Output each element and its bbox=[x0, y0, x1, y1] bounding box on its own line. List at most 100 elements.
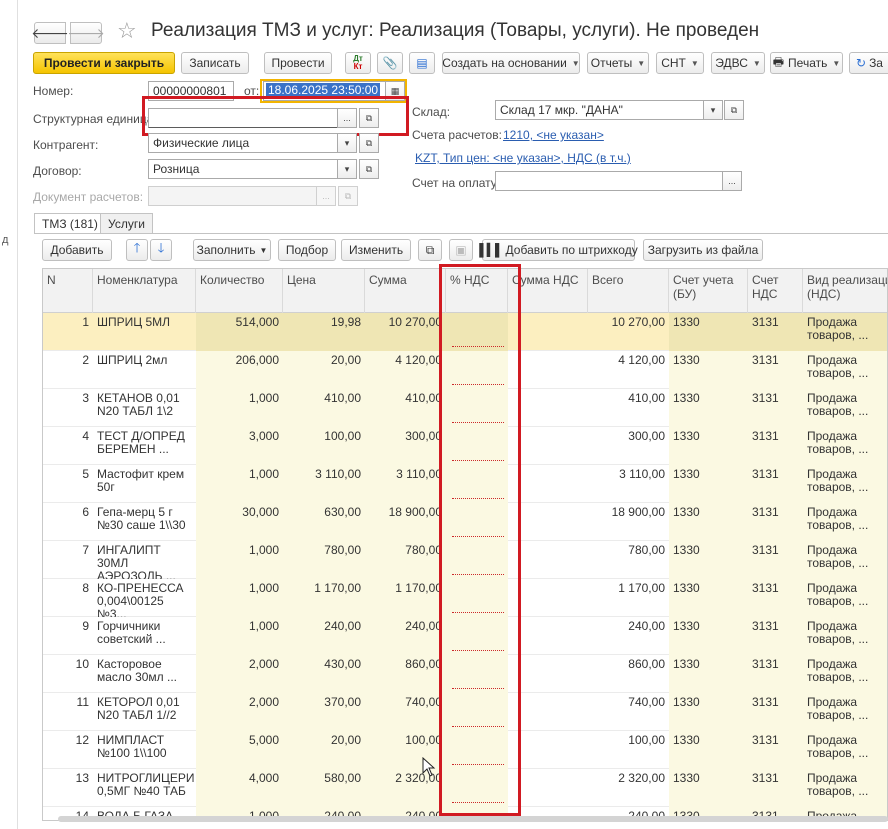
cell-item[interactable]: ИНГАЛИПТ 30МЛ АЭРОЗОЛЬ ... bbox=[93, 541, 196, 580]
cell-item[interactable]: КЕТОРОЛ 0,01 N20 ТАБЛ 1//2 bbox=[93, 693, 196, 731]
cell-price[interactable]: 240,00 bbox=[283, 617, 365, 655]
cell-price[interactable]: 3 110,00 bbox=[283, 465, 365, 503]
col-n[interactable]: N bbox=[43, 269, 93, 313]
cell-total[interactable]: 860,00 bbox=[588, 655, 669, 693]
horizontal-scrollbar[interactable] bbox=[58, 816, 888, 822]
cell-price[interactable]: 410,00 bbox=[283, 389, 365, 427]
col-price[interactable]: Цена bbox=[283, 269, 365, 313]
tab-services[interactable]: Услуги bbox=[100, 213, 153, 233]
cell-sum[interactable]: 410,00 bbox=[365, 389, 446, 427]
cell-account-bu[interactable]: 1330 bbox=[669, 655, 748, 693]
cell-kind[interactable]: Продажатоваров, ... bbox=[803, 351, 887, 389]
favorite-star-icon[interactable]: ☆ bbox=[117, 18, 137, 44]
cell-account-vat[interactable]: 3131 bbox=[748, 617, 803, 655]
cell-qty[interactable]: 30,000 bbox=[196, 503, 283, 541]
reports-button[interactable]: Отчеты ▼ bbox=[587, 52, 649, 74]
cell-kind[interactable]: Продажатоваров, ... bbox=[803, 389, 887, 427]
cell-account-bu[interactable]: 1330 bbox=[669, 351, 748, 389]
cell-account-vat[interactable]: 3131 bbox=[748, 731, 803, 769]
cell-account-vat[interactable]: 3131 bbox=[748, 389, 803, 427]
cell-account-vat[interactable]: 3131 bbox=[748, 541, 803, 579]
cell-item[interactable]: НИМПЛАСТ №100 1\\100 bbox=[93, 731, 196, 769]
col-item[interactable]: Номенклатура bbox=[93, 269, 196, 313]
cell-item[interactable]: Гепа-мерц 5 г №30 саше 1\\30 bbox=[93, 503, 196, 541]
cell-qty[interactable]: 1,000 bbox=[196, 617, 283, 655]
cell-sum[interactable]: 300,00 bbox=[365, 427, 446, 465]
load-from-file-button[interactable]: Загрузить из файла bbox=[643, 239, 763, 261]
contractor-field[interactable]: Физические лица bbox=[148, 133, 338, 153]
cell-price[interactable]: 20,00 bbox=[283, 351, 365, 389]
contract-dropdown-button[interactable]: ▾ bbox=[337, 159, 357, 179]
cell-account-vat[interactable]: 3131 bbox=[748, 769, 803, 807]
create-based-on-button[interactable]: Создать на основании ▼ bbox=[442, 52, 580, 74]
price-type-link[interactable]: KZT, Тип цен: <не указан>, НДС (в т.ч.) bbox=[415, 151, 631, 165]
cell-price[interactable]: 580,00 bbox=[283, 769, 365, 807]
cell-n[interactable]: 3 bbox=[43, 389, 93, 427]
fill-button[interactable]: Заполнить ▼ bbox=[193, 239, 271, 261]
cell-kind[interactable]: Продажатоваров, ... bbox=[803, 503, 887, 541]
cell-account-bu[interactable]: 1330 bbox=[669, 769, 748, 807]
cell-qty[interactable]: 2,000 bbox=[196, 655, 283, 693]
cell-account-bu[interactable]: 1330 bbox=[669, 541, 748, 579]
cell-n[interactable]: 6 bbox=[43, 503, 93, 541]
cell-n[interactable]: 2 bbox=[43, 351, 93, 389]
edvs-button[interactable]: ЭДВС ▼ bbox=[711, 52, 765, 74]
cell-total[interactable]: 100,00 bbox=[588, 731, 669, 769]
tab-tmz[interactable]: ТМЗ (181) bbox=[34, 213, 106, 234]
cell-sum[interactable]: 740,00 bbox=[365, 693, 446, 731]
settle-doc-field[interactable] bbox=[148, 186, 318, 206]
col-account-bu[interactable]: Счет учета (БУ) bbox=[669, 269, 748, 313]
cell-n[interactable]: 12 bbox=[43, 731, 93, 769]
cell-account-vat[interactable]: 3131 bbox=[748, 351, 803, 389]
cell-n[interactable]: 8 bbox=[43, 579, 93, 617]
cell-item[interactable]: НИТРОГЛИЦЕРИ 0,5МГ №40 ТАБ bbox=[93, 769, 196, 807]
cell-item[interactable]: Мастофит крем 50г bbox=[93, 465, 196, 503]
cell-account-bu[interactable]: 1330 bbox=[669, 313, 748, 351]
cell-sum[interactable]: 4 120,00 bbox=[365, 351, 446, 389]
warehouse-dropdown-button[interactable]: ▾ bbox=[703, 100, 723, 120]
cell-total[interactable]: 300,00 bbox=[588, 427, 669, 465]
col-kind[interactable]: Вид реализации(НДС) bbox=[803, 269, 887, 313]
cell-kind[interactable]: Продажатоваров, ... bbox=[803, 465, 887, 503]
cell-account-bu[interactable]: 1330 bbox=[669, 617, 748, 655]
move-up-button[interactable]: 🡑 bbox=[126, 239, 148, 261]
cell-sum[interactable]: 1 170,00 bbox=[365, 579, 446, 617]
cell-account-vat[interactable]: 3131 bbox=[748, 465, 803, 503]
cell-qty[interactable]: 5,000 bbox=[196, 731, 283, 769]
cell-item[interactable]: ТЕСТ Д/ОПРЕД БЕРЕМЕН ... bbox=[93, 427, 196, 465]
cell-price[interactable]: 630,00 bbox=[283, 503, 365, 541]
cell-qty[interactable]: 2,000 bbox=[196, 693, 283, 731]
cell-total[interactable]: 4 120,00 bbox=[588, 351, 669, 389]
cell-account-vat[interactable]: 3131 bbox=[748, 655, 803, 693]
cell-item[interactable]: КО-ПРЕНЕССА 0,004\00125 №3... bbox=[93, 579, 196, 618]
cell-qty[interactable]: 514,000 bbox=[196, 313, 283, 351]
cell-kind[interactable]: Продажатоваров, ... bbox=[803, 427, 887, 465]
cell-kind[interactable]: Продажатоваров, ... bbox=[803, 313, 887, 351]
print-button[interactable]: 🖶 Печать ▼ bbox=[770, 52, 843, 74]
cell-price[interactable]: 370,00 bbox=[283, 693, 365, 731]
col-total[interactable]: Всего bbox=[588, 269, 669, 313]
cell-qty[interactable]: 1,000 bbox=[196, 389, 283, 427]
cell-total[interactable]: 1 170,00 bbox=[588, 579, 669, 617]
cell-n[interactable]: 1 bbox=[43, 313, 93, 351]
cell-qty[interactable]: 1,000 bbox=[196, 579, 283, 617]
col-qty[interactable]: Количество bbox=[196, 269, 283, 313]
snt-button[interactable]: СНТ ▼ bbox=[656, 52, 704, 74]
attach-button[interactable]: 📎 bbox=[377, 52, 403, 74]
cell-total[interactable]: 240,00 bbox=[588, 617, 669, 655]
cell-n[interactable]: 4 bbox=[43, 427, 93, 465]
cell-kind[interactable]: Продажатоваров, ... bbox=[803, 617, 887, 655]
move-down-button[interactable]: 🡓 bbox=[150, 239, 172, 261]
cell-account-vat[interactable]: 3131 bbox=[748, 579, 803, 617]
col-account-vat[interactable]: Счет НДС bbox=[748, 269, 803, 313]
cell-sum[interactable]: 10 270,00 bbox=[365, 313, 446, 351]
contract-field[interactable]: Розница bbox=[148, 159, 338, 179]
cell-account-vat[interactable]: 3131 bbox=[748, 693, 803, 731]
cell-account-bu[interactable]: 1330 bbox=[669, 389, 748, 427]
cell-account-bu[interactable]: 1330 bbox=[669, 731, 748, 769]
cell-item[interactable]: Касторовое масло 30мл ... bbox=[93, 655, 196, 693]
cell-total[interactable]: 18 900,00 bbox=[588, 503, 669, 541]
warehouse-field[interactable]: Склад 17 мкр. "ДАНА" bbox=[495, 100, 705, 120]
copy-button[interactable]: ⧉ bbox=[418, 239, 442, 261]
pick-button[interactable]: Подбор bbox=[278, 239, 336, 261]
